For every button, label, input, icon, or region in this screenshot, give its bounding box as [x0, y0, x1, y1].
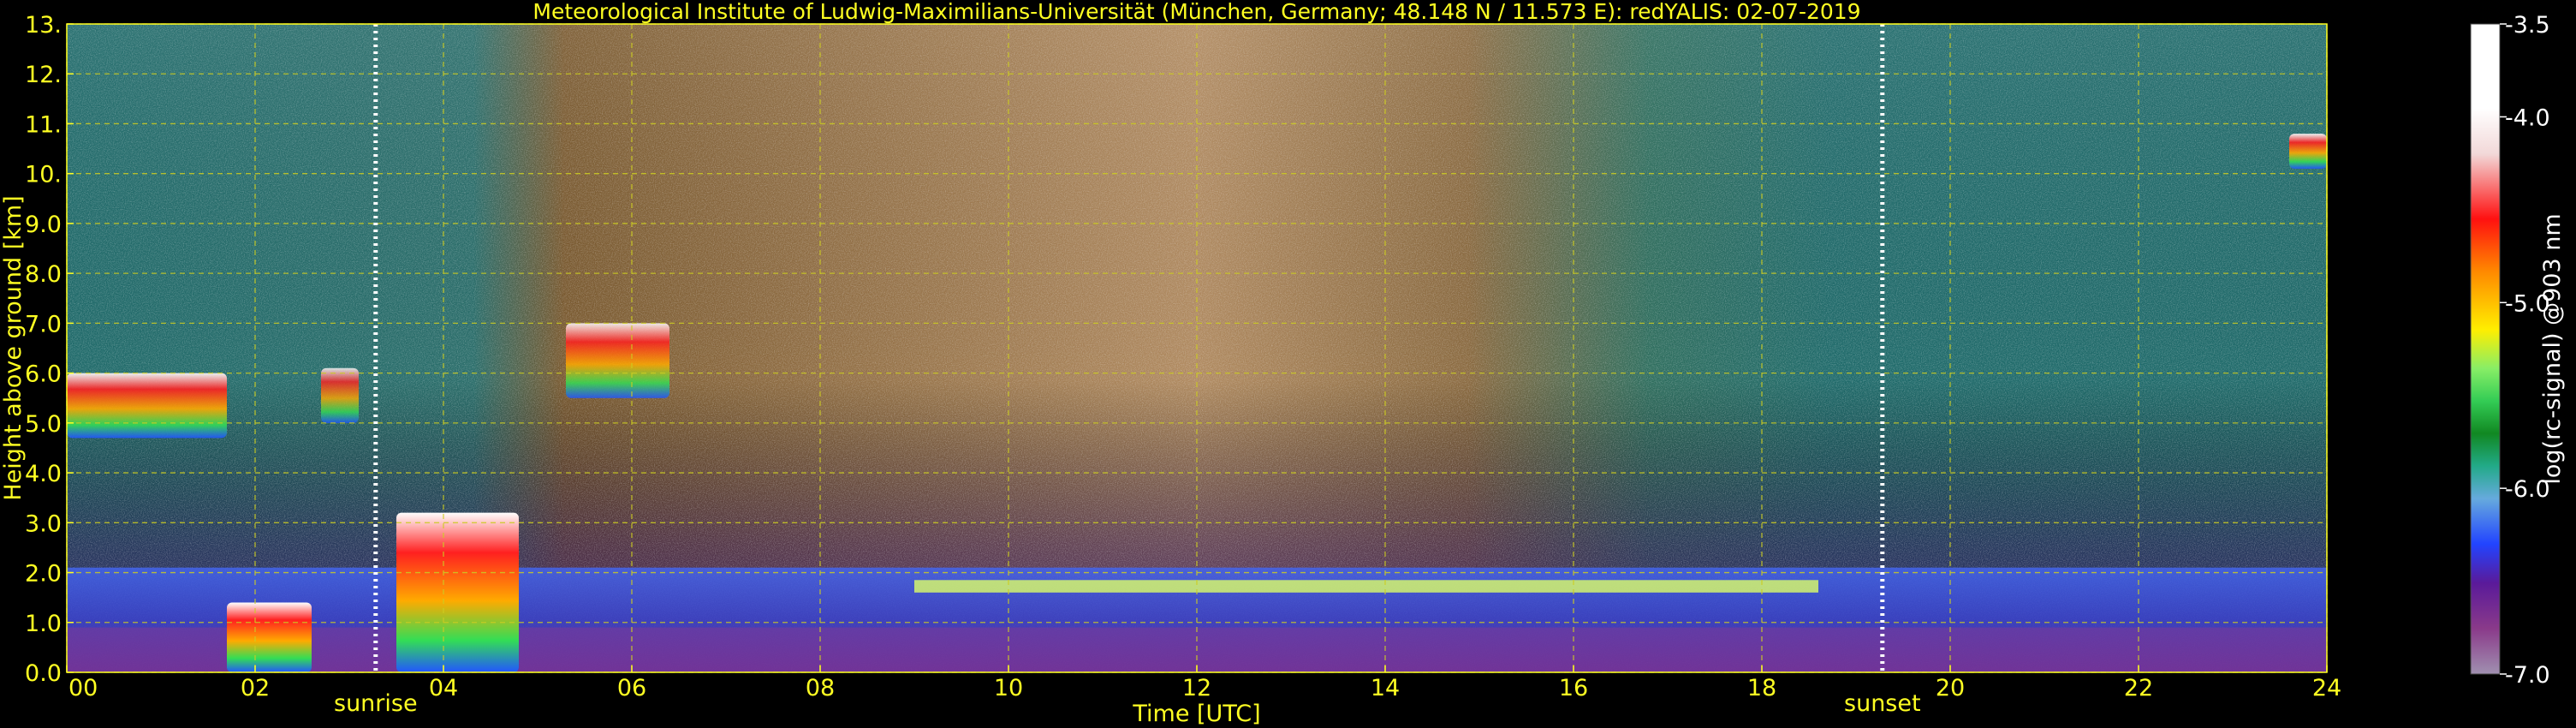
x-tick-label: 22	[2124, 675, 2153, 701]
y-tick-label: 4.0	[25, 461, 62, 487]
colorbar-label: log(rc-signal) @903 nm	[2539, 213, 2566, 484]
chart-title: Meteorological Institute of Ludwig-Maxim…	[532, 0, 1860, 24]
y-tick-label: 1.0	[25, 611, 62, 637]
x-tick-label: 12	[1182, 675, 1211, 701]
x-tick-label: 24	[2312, 675, 2341, 701]
colorbar-tick-label: -4.0	[2505, 104, 2550, 131]
colorbar: -3.5-4.0-5.0-6.0-7.0 log(rc-signal) @903…	[2470, 12, 2566, 689]
x-tick-label: 20	[1936, 675, 1965, 701]
lidar-plot: sunrise sunset 00 02 04 06 08 10 12 14 16 18 20 22 24…	[0, 0, 2566, 727]
cloud-feature	[2289, 134, 2327, 169]
x-tick-label: 08	[806, 675, 835, 701]
colorbar-scale	[2470, 23, 2501, 675]
x-tick-label: 02	[241, 675, 270, 701]
cloud-feature	[396, 512, 519, 672]
cloud-feature	[321, 367, 359, 423]
colorbar-tick-label: -3.5	[2505, 12, 2550, 39]
cloud-feature	[227, 602, 312, 672]
x-tick-label: 06	[617, 675, 646, 701]
y-tick-label: 12.	[25, 62, 62, 88]
y-axis-label: Height above ground [km]	[0, 195, 27, 500]
y-tick-label: 10.	[25, 162, 62, 188]
cloud-top-line	[914, 580, 1818, 593]
cloud-feature	[67, 373, 227, 439]
y-tick-label: 8.0	[25, 261, 62, 288]
sun-marker-label: sunset	[1844, 690, 1921, 717]
y-tick-label: 2.0	[25, 561, 62, 588]
y-tick-label: 0.0	[25, 660, 62, 687]
y-tick-label: 11.	[25, 111, 62, 138]
colorbar-tick-label: -7.0	[2505, 662, 2550, 689]
x-tick-label: 18	[1747, 675, 1776, 701]
cloud-feature	[566, 323, 669, 398]
y-tick-label: 3.0	[25, 510, 62, 537]
x-tick-label: 16	[1559, 675, 1588, 701]
y-tick-label: 9.0	[25, 212, 62, 238]
sun-marker-label: sunrise	[334, 690, 418, 717]
y-tick-label: 5.0	[25, 411, 62, 438]
x-tick-label: 14	[1371, 675, 1400, 701]
y-tick-label: 7.0	[25, 311, 62, 337]
y-tick-label: 6.0	[25, 361, 62, 388]
x-tick-label: 10	[994, 675, 1023, 701]
x-tick-label: 04	[429, 675, 458, 701]
x-tick-label: 00	[68, 675, 98, 701]
x-axis-label: Time [UTC]	[1132, 701, 1260, 727]
y-tick-label: 13.	[25, 12, 62, 39]
